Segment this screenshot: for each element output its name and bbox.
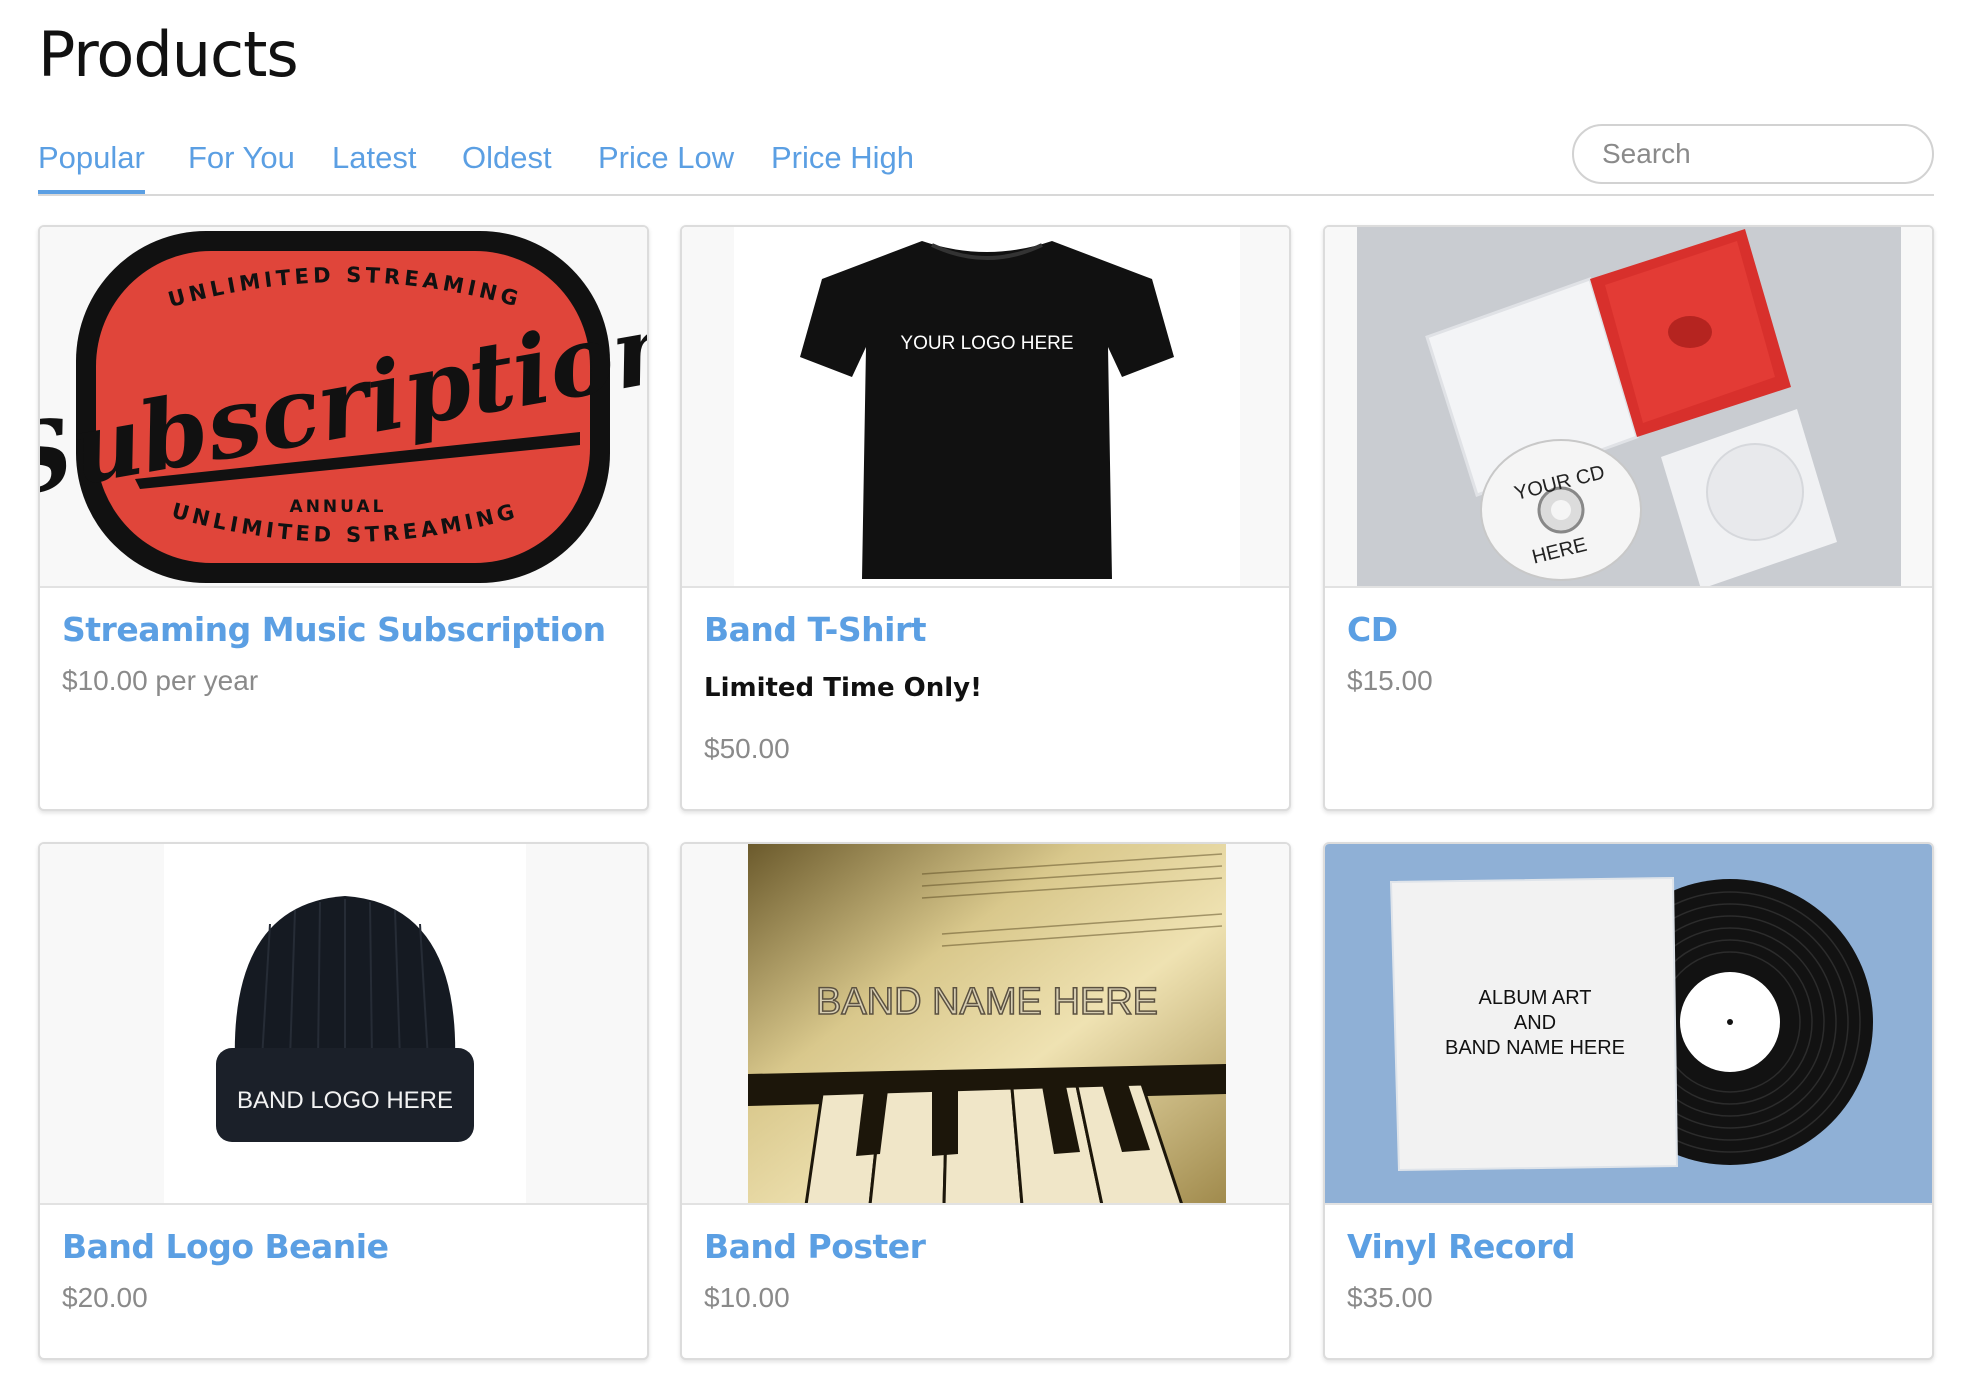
vinyl-text-line2: AND <box>1514 1012 1556 1034</box>
product-image: UNLIMITED STREAMING UNLIMITED STREAMING … <box>40 227 647 588</box>
page-title: Products <box>38 18 299 91</box>
product-note: Limited Time Only! <box>704 673 982 703</box>
cd-case-image: YOUR CD HERE <box>1325 227 1932 586</box>
product-card-subscription[interactable]: UNLIMITED STREAMING UNLIMITED STREAMING … <box>38 225 649 811</box>
tab-price-high[interactable]: Price High <box>771 140 914 194</box>
product-image: ALBUM ART AND BAND NAME HERE <box>1325 844 1932 1205</box>
product-price: $15.00 <box>1347 665 1433 696</box>
product-name[interactable]: CD <box>1347 610 1910 649</box>
vinyl-text-line3: BAND NAME HERE <box>1445 1037 1625 1059</box>
tab-popular[interactable]: Popular <box>38 140 145 194</box>
tab-latest[interactable]: Latest <box>332 140 416 194</box>
product-price: $10.00 per year <box>62 665 259 696</box>
beanie-image: BAND LOGO HERE <box>40 844 647 1203</box>
annual-text: ANNUAL <box>290 497 387 517</box>
search-input[interactable] <box>1572 124 1934 184</box>
subscription-badge-image: UNLIMITED STREAMING UNLIMITED STREAMING … <box>40 227 647 586</box>
product-card-cd[interactable]: YOUR CD HERE CD $15.00 <box>1323 225 1934 811</box>
poster-band-text: BAND NAME HERE <box>816 981 1158 1023</box>
tab-price-low[interactable]: Price Low <box>598 140 734 194</box>
product-card-tshirt[interactable]: YOUR LOGO HERE Band T-Shirt Limited Time… <box>680 225 1291 811</box>
vinyl-record-image: ALBUM ART AND BAND NAME HERE <box>1325 844 1932 1203</box>
sort-tabs: Popular For You Latest Oldest Price Low … <box>38 118 1934 196</box>
product-price: $35.00 <box>1347 1282 1433 1313</box>
product-price: $10.00 <box>704 1282 790 1313</box>
product-image: BAND LOGO HERE <box>40 844 647 1205</box>
product-name[interactable]: Band T-Shirt <box>704 610 1267 649</box>
tab-oldest[interactable]: Oldest <box>462 140 552 194</box>
product-price: $50.00 <box>704 733 790 764</box>
product-card-vinyl[interactable]: ALBUM ART AND BAND NAME HERE Vinyl Recor… <box>1323 842 1934 1360</box>
tab-for-you[interactable]: For You <box>188 140 295 194</box>
piano-poster-image: BAND NAME HERE <box>682 844 1289 1203</box>
product-price: $20.00 <box>62 1282 148 1313</box>
tshirt-logo-text: YOUR LOGO HERE <box>900 333 1073 354</box>
product-name[interactable]: Vinyl Record <box>1347 1227 1910 1266</box>
beanie-logo-text: BAND LOGO HERE <box>237 1087 453 1114</box>
product-name[interactable]: Band Poster <box>704 1227 1267 1266</box>
tshirt-image: YOUR LOGO HERE <box>682 227 1289 586</box>
product-image: BAND NAME HERE <box>682 844 1289 1205</box>
product-image: YOUR LOGO HERE <box>682 227 1289 588</box>
product-name[interactable]: Band Logo Beanie <box>62 1227 625 1266</box>
product-image: YOUR CD HERE <box>1325 227 1932 588</box>
product-card-beanie[interactable]: BAND LOGO HERE Band Logo Beanie $20.00 <box>38 842 649 1360</box>
product-name[interactable]: Streaming Music Subscription <box>62 610 625 649</box>
vinyl-text-line1: ALBUM ART <box>1479 987 1592 1009</box>
product-card-poster[interactable]: BAND NAME HERE Band Poster $10.00 <box>680 842 1291 1360</box>
